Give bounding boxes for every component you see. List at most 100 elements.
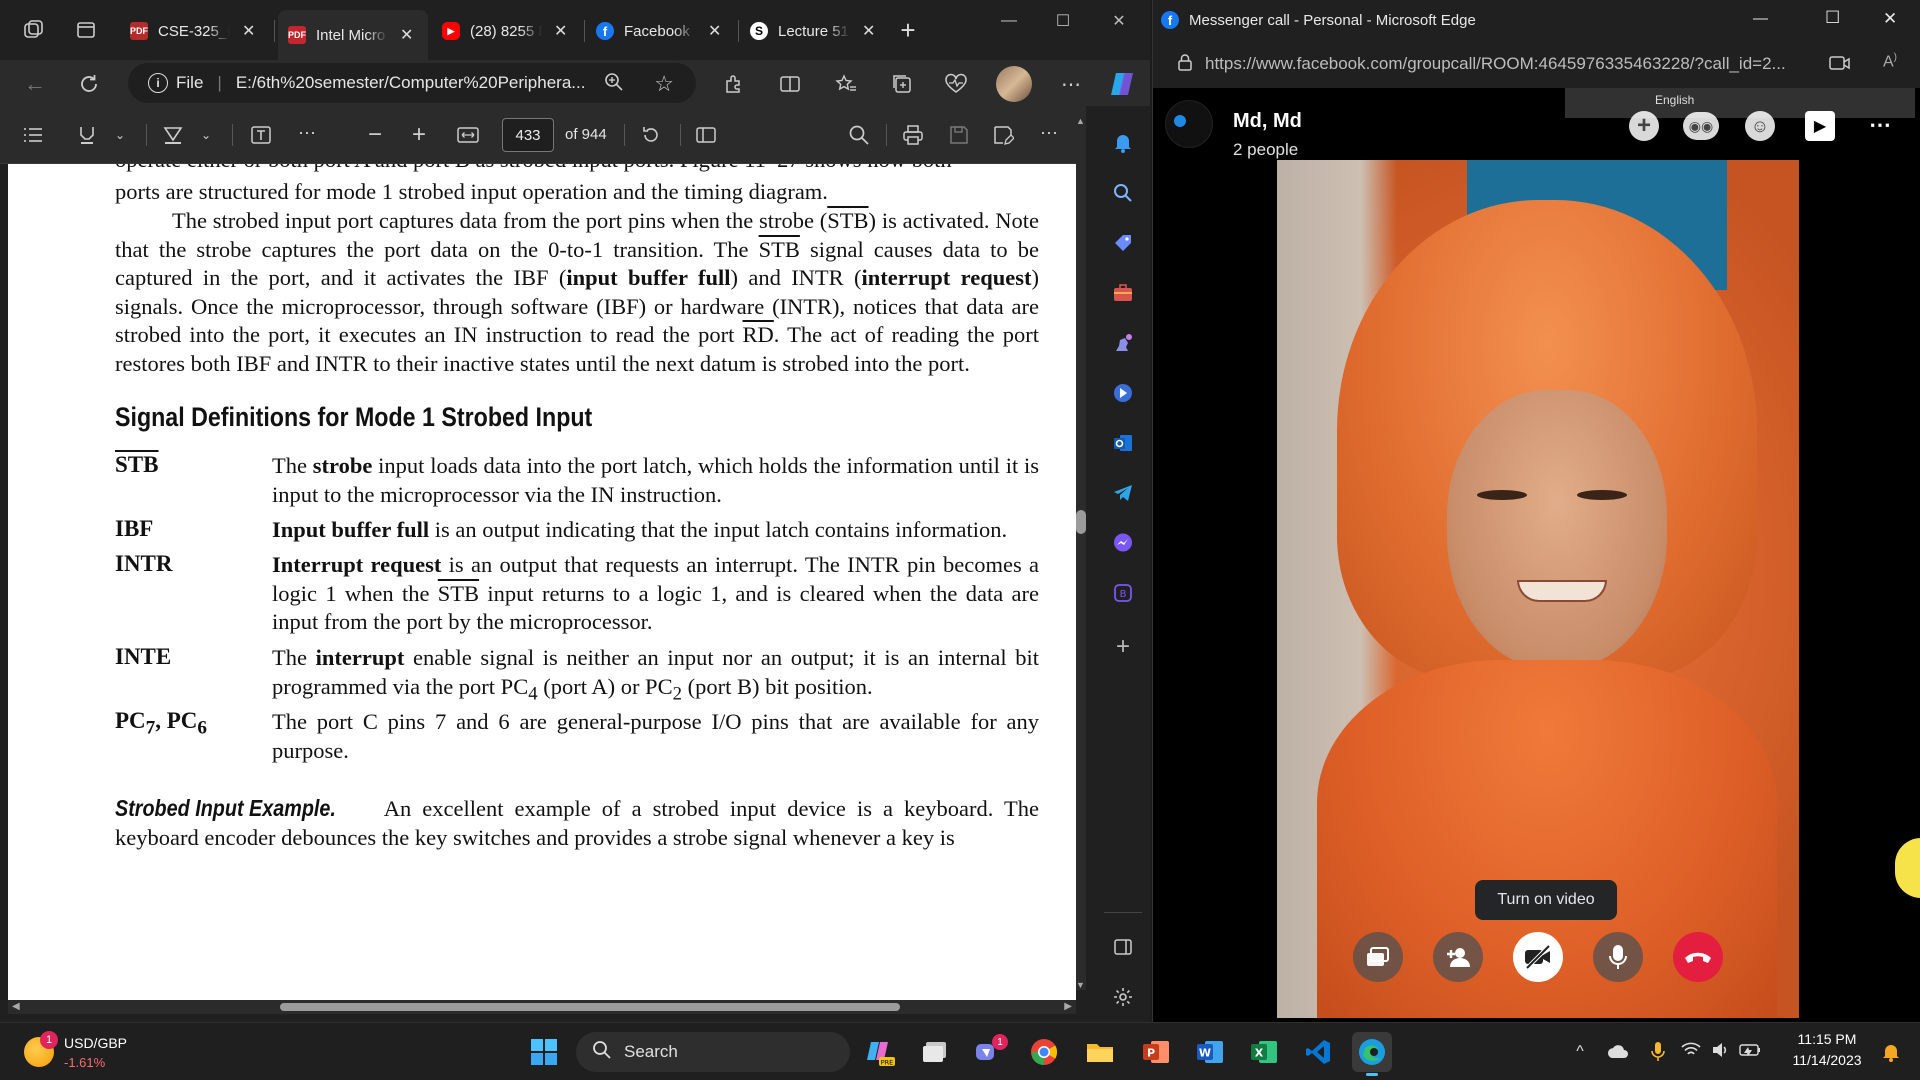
vscode-icon[interactable] [1298,1032,1338,1072]
pdf-more-icon[interactable]: ⋯ [1034,120,1064,146]
page-view-icon[interactable] [692,122,720,148]
collections-icon[interactable] [888,70,916,98]
hide-sidebar-icon[interactable] [1108,932,1138,962]
browser-essentials-icon[interactable] [942,70,970,98]
minimize-icon[interactable]: — [986,6,1032,36]
info-icon[interactable]: i [148,73,168,93]
add-icon[interactable]: + [1629,111,1659,141]
copilot-sidebar-icon[interactable] [1108,378,1138,408]
save-icon[interactable] [946,122,972,148]
fit-page-icon[interactable] [454,122,482,148]
system-tray-status[interactable] [1676,1032,1766,1072]
save-as-icon[interactable] [990,122,1016,148]
folder-icon[interactable] [1080,1032,1120,1072]
maximize-icon[interactable]: ☐ [1040,6,1086,36]
close-icon[interactable]: ✕ [708,21,721,41]
tab-lecture51[interactable]: S Lecture 51 ✕ [740,12,890,50]
chevron-down-icon[interactable]: ⌄ [112,122,128,148]
close-icon[interactable]: ✕ [242,21,255,41]
scrollbar-thumb[interactable] [1076,510,1086,534]
split-screen-icon[interactable] [776,70,804,98]
telegram-icon[interactable] [1108,478,1138,508]
rotate-icon[interactable] [638,122,664,148]
url-text[interactable]: E:/6th%20semester/Computer%20Periphera..… [236,73,586,93]
emoji-icon[interactable]: ☺ [1745,111,1775,141]
scroll-down-icon[interactable]: ▼ [1076,980,1085,990]
copilot-icon[interactable] [1106,68,1138,100]
extensions-icon[interactable] [720,70,748,98]
add-sidebar-app-icon[interactable]: + [1108,632,1138,662]
chevron-up-icon[interactable]: ^ [1560,1032,1600,1072]
highlight-icon[interactable] [74,122,100,148]
back-icon[interactable]: ← [20,69,50,99]
tab-actions-icon[interactable] [72,16,100,44]
sidebar-settings-icon[interactable] [1108,982,1138,1012]
tools-briefcase-icon[interactable] [1108,278,1138,308]
outlook-icon[interactable] [1108,428,1138,458]
address-bar[interactable]: i File | E:/6th%20semester/Computer%20Pe… [128,63,696,103]
add-person-icon[interactable] [1433,932,1483,982]
copilot-pre-icon[interactable]: PRE [860,1032,900,1072]
play-video-icon[interactable]: ▶ [1805,111,1835,141]
weather-widget[interactable]: 1 USD/GBP -1.61% [14,1027,234,1077]
tab-youtube[interactable]: ▶ (28) 8255 F ✕ [432,12,582,50]
close-icon[interactable]: ✕ [862,21,875,41]
file-explorer-panes-icon[interactable] [916,1032,956,1072]
refresh-icon[interactable] [74,69,104,99]
games-icon[interactable] [1108,328,1138,358]
clock-date[interactable]: 11/14/2023 [1782,1052,1872,1068]
scroll-left-icon[interactable]: ◀ [12,1001,20,1012]
end-call-icon[interactable] [1673,932,1723,982]
draw-icon[interactable] [160,122,186,148]
more-tools-icon[interactable]: ⋯ [292,120,322,146]
camera-blocked-icon[interactable] [1829,54,1851,77]
close-window-icon[interactable]: ✕ [1096,6,1142,36]
zoom-icon[interactable] [604,72,624,97]
favorite-star-icon[interactable]: ☆ [654,71,674,97]
tab-cse325[interactable]: PDF CSE-325_B ✕ [120,12,270,50]
mic-in-use-icon[interactable] [1638,1032,1678,1072]
excel-icon[interactable]: X [1244,1032,1284,1072]
scroll-up-icon[interactable]: ▲ [1076,116,1085,126]
minimize-icon[interactable]: — [1753,10,1768,27]
new-tab-icon[interactable]: + [894,15,922,45]
notification-center-icon[interactable] [1876,1032,1906,1072]
close-window-icon[interactable]: ✕ [1883,9,1897,29]
text-box-icon[interactable] [248,122,274,148]
print-icon[interactable] [900,122,926,148]
profile-avatar[interactable] [996,66,1032,102]
onedrive-icon[interactable] [1598,1032,1638,1072]
bing-chat-icon[interactable]: B [1108,578,1138,608]
tab-facebook[interactable]: f Facebook ✕ [586,12,736,50]
games-controller-icon[interactable]: ◉◉ [1683,112,1719,140]
h-scrollbar-thumb[interactable] [280,1003,900,1011]
close-icon[interactable]: ✕ [554,21,567,41]
maximize-icon[interactable]: ☐ [1825,8,1840,28]
pdf-vertical-scrollbar[interactable]: ▲ ▼ [1076,116,1086,990]
zoom-in-icon[interactable]: + [406,120,432,150]
address-bar[interactable]: https://www.facebook.com/groupcall/ROOM:… [1153,40,1920,88]
sidebar-search-icon[interactable] [1108,178,1138,208]
powerpoint-icon[interactable]: P [1136,1032,1176,1072]
close-icon[interactable]: ✕ [400,25,413,45]
microphone-icon[interactable] [1593,932,1643,982]
screen-share-icon[interactable] [1353,932,1403,982]
clock-time[interactable]: 11:15 PM [1782,1031,1872,1047]
messenger-icon[interactable] [1108,528,1138,558]
contents-icon[interactable] [20,122,46,148]
word-icon[interactable]: W [1190,1032,1230,1072]
edge-icon[interactable] [1352,1032,1392,1076]
tab-intel-micro[interactable]: PDF Intel Micro ✕ [278,10,428,60]
video-off-icon[interactable] [1513,932,1563,982]
zoom-out-icon[interactable]: − [362,120,388,150]
shopping-tag-icon[interactable] [1108,228,1138,258]
search-icon[interactable] [846,122,872,148]
scroll-right-icon[interactable]: ▶ [1064,1001,1072,1012]
notifications-bell-icon[interactable] [1108,128,1138,158]
page-number-input[interactable]: 433 [502,118,554,152]
start-windows-icon[interactable] [524,1032,564,1072]
call-url[interactable]: https://www.facebook.com/groupcall/ROOM:… [1205,54,1805,74]
teams-icon[interactable]: 1 [968,1032,1008,1072]
read-aloud-icon[interactable]: A) [1883,52,1897,71]
pdf-horizontal-scrollbar[interactable]: ◀ ▶ [8,1000,1076,1014]
